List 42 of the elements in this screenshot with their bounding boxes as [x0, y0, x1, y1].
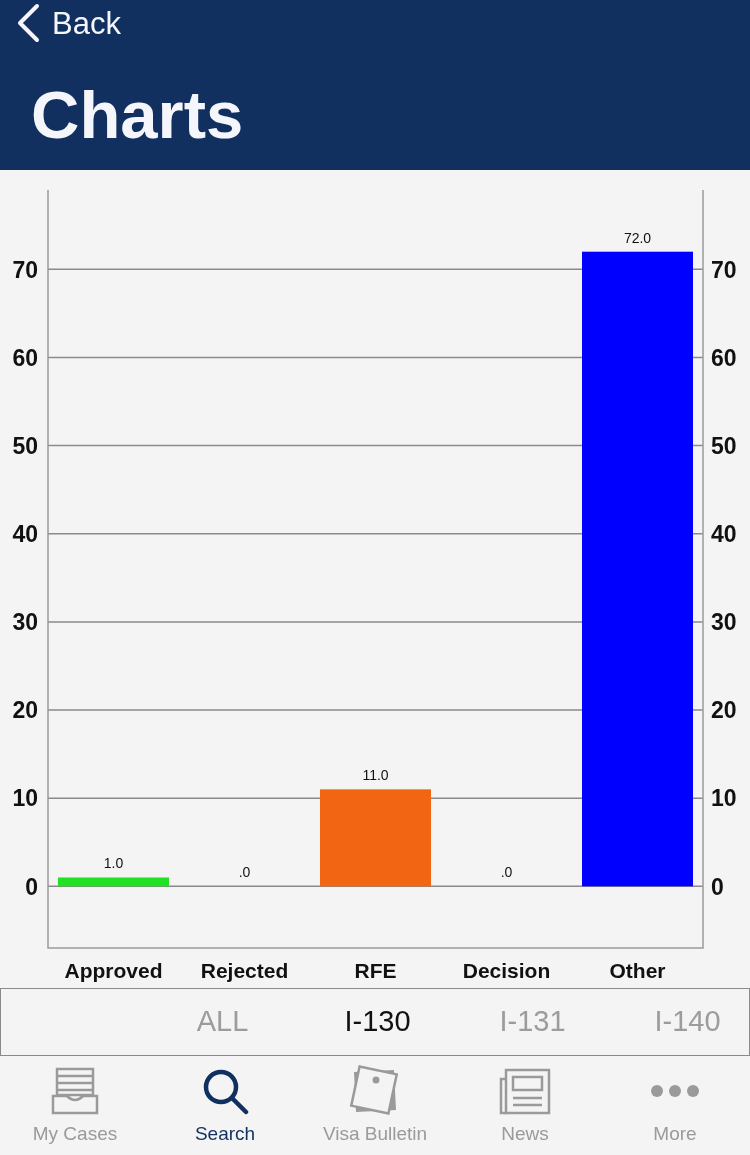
y-axis-label: 30 [711, 609, 737, 636]
form-tab[interactable]: I-130 [300, 1000, 455, 1044]
category-label: Approved [64, 959, 163, 982]
form-tab[interactable]: I-131 [455, 1000, 610, 1044]
category-label: RFE [354, 959, 397, 982]
y-axis-label: 70 [12, 256, 38, 283]
tab-bar-item[interactable]: More [600, 1064, 750, 1143]
search-icon [201, 1067, 249, 1115]
tab-bar-item[interactable]: My Cases [0, 1064, 150, 1143]
value-label: 72.0 [623, 229, 652, 246]
y-axis-label: 30 [12, 609, 38, 636]
y-axis-label: 50 [711, 432, 737, 459]
page-title: Charts [31, 80, 244, 148]
y-axis-label: 20 [12, 697, 38, 724]
y-axis-label: 70 [711, 256, 737, 283]
y-axis-label: 50 [12, 432, 38, 459]
form-tab[interactable]: ALL [145, 1000, 300, 1044]
y-axis-label: 10 [711, 785, 737, 812]
category-label: Decision [462, 959, 551, 982]
category-label: Rejected [200, 959, 289, 982]
y-axis-label: 10 [12, 785, 38, 812]
y-axis-label: 60 [12, 344, 38, 371]
value-label: .0 [238, 864, 251, 881]
form-tab[interactable]: I-140 [610, 1000, 749, 1044]
y-axis-label: 0 [711, 873, 724, 900]
value-label: .0 [500, 864, 513, 881]
inbox-tray-icon [51, 1067, 99, 1115]
value-label: 1.0 [103, 855, 124, 872]
category-label: Other [609, 959, 666, 982]
tab-bar-item[interactable]: Visa Bulletin [300, 1064, 450, 1143]
y-axis-label: 20 [711, 697, 737, 724]
more-dots-icon [651, 1085, 699, 1097]
y-axis-label: 60 [711, 344, 737, 371]
y-axis-label: 40 [12, 521, 38, 547]
y-axis-label: 40 [711, 521, 737, 547]
value-label: 11.0 [362, 767, 389, 784]
newspaper-icon [499, 1067, 551, 1115]
tab-bar-item[interactable]: Search [150, 1064, 300, 1143]
tab-bar-item[interactable]: News [450, 1064, 600, 1143]
chevron-left-icon [16, 3, 40, 43]
y-axis-label: 0 [25, 873, 38, 900]
back-button[interactable]: Back [16, 3, 121, 43]
